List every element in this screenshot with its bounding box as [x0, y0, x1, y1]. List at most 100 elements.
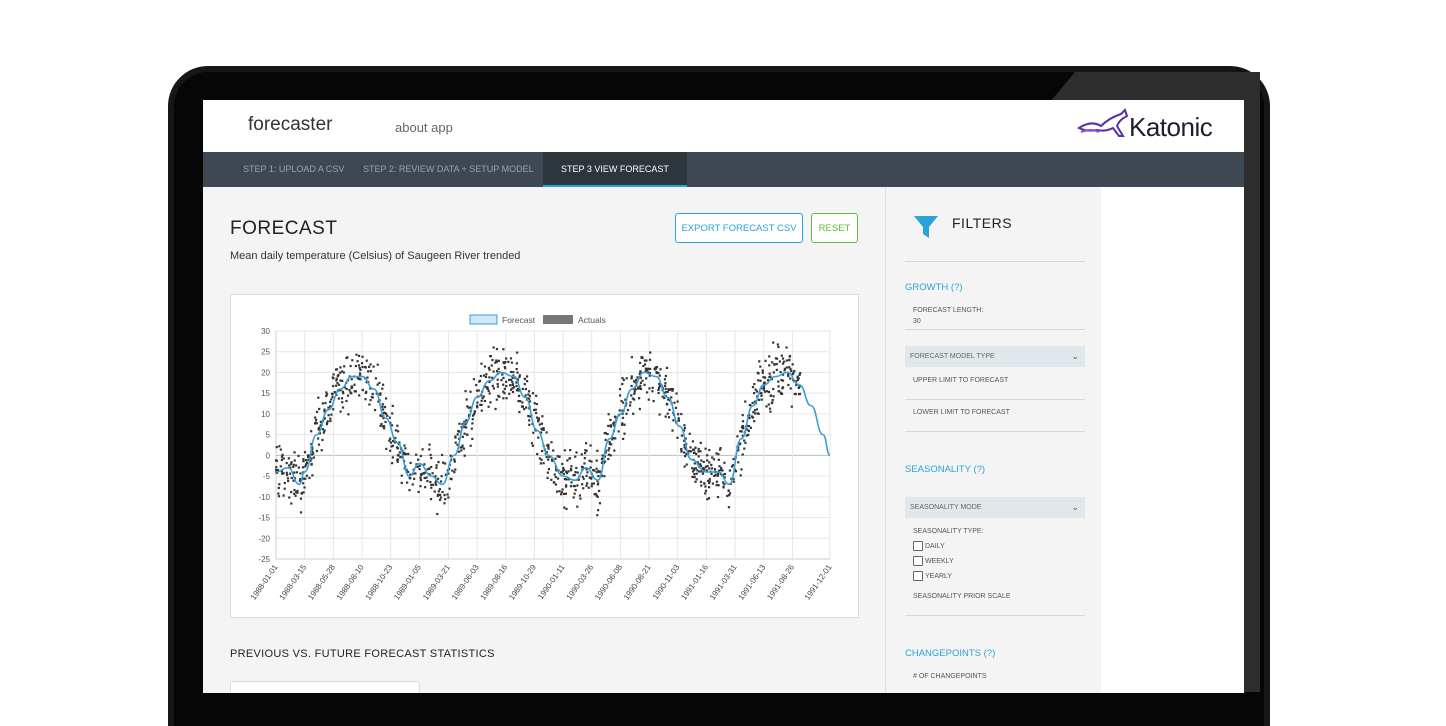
actual-point [419, 476, 422, 479]
actual-point [702, 460, 705, 463]
actual-point [447, 496, 450, 499]
actual-point [539, 462, 542, 465]
actual-point [693, 475, 696, 479]
actual-point [739, 474, 742, 477]
actual-point [688, 432, 691, 435]
actual-point [675, 392, 678, 395]
changepoints-count-label[interactable]: # OF CHANGEPOINTS [913, 673, 987, 680]
actual-point [369, 399, 372, 402]
stats-selector[interactable] [230, 681, 420, 693]
actual-point [595, 459, 598, 462]
forecast-chart: 30 25 20 15 10 5 0 -5 -10 -15 -20 -25 1988-01-01 1988… [230, 294, 859, 618]
seasonality-heading[interactable]: SEASONALITY (?) [905, 464, 985, 475]
app-brand[interactable]: forecaster [248, 114, 332, 136]
actual-point [496, 385, 500, 388]
actual-point [327, 414, 330, 417]
checkbox[interactable] [913, 541, 923, 551]
actual-point [328, 400, 332, 404]
actual-point [664, 415, 667, 418]
actual-point [658, 413, 661, 416]
actual-point [668, 408, 671, 411]
actual-point [528, 419, 531, 422]
actual-point [712, 458, 716, 461]
seasonality-prior-scale-label[interactable]: SEASONALITY PRIOR SCALE [913, 593, 1011, 600]
export-forecast-button[interactable]: EXPORT FORECAST CSV [675, 213, 803, 243]
actual-point [607, 424, 610, 428]
actual-point [748, 403, 751, 407]
actual-point [293, 451, 296, 454]
checkbox-yearly[interactable]: YEARLY [913, 571, 952, 581]
actual-point [492, 387, 495, 390]
tab-view-forecast[interactable]: STEP 3 VIEW FORECAST [543, 152, 687, 187]
checkbox[interactable] [913, 556, 923, 566]
actual-point [364, 391, 367, 395]
actual-point [751, 401, 754, 405]
actual-point [384, 420, 387, 424]
actual-point [565, 507, 568, 511]
actual-point [618, 409, 621, 412]
growth-heading[interactable]: GROWTH (?) [905, 282, 963, 293]
lower-limit-label[interactable]: LOWER LIMIT TO FORECAST [913, 409, 1010, 416]
actual-point [645, 359, 648, 362]
actual-point [715, 484, 718, 487]
changepoints-heading[interactable]: CHANGEPOINTS (?) [905, 648, 995, 659]
actual-point [293, 459, 296, 462]
actual-point [757, 412, 760, 415]
actual-point [796, 376, 799, 379]
actual-point [569, 469, 573, 472]
actual-point [312, 452, 315, 455]
actual-point [349, 364, 352, 368]
actual-point [364, 398, 367, 401]
about-app-link[interactable]: about app [395, 120, 453, 135]
actual-point [437, 490, 440, 493]
actual-point [436, 477, 440, 480]
actual-point [676, 400, 679, 403]
actual-point [717, 484, 720, 487]
actual-point [595, 471, 598, 474]
actual-point [524, 387, 528, 391]
actual-point [609, 418, 612, 422]
actual-point [321, 428, 324, 431]
actual-point [435, 483, 438, 486]
actual-point [638, 407, 641, 411]
actual-point [695, 452, 698, 456]
checkbox-daily[interactable]: DAILY [913, 541, 945, 551]
actual-point [708, 461, 711, 464]
y-tick-label: 25 [261, 348, 270, 357]
seasonality-mode-select[interactable]: SEASONALITY MODE ⌄ [905, 497, 1085, 518]
upper-limit-label[interactable]: UPPER LIMIT TO FORECAST [913, 377, 1008, 384]
actual-point [321, 438, 324, 442]
actual-point [635, 378, 638, 382]
actual-point [603, 432, 606, 435]
actual-point [649, 351, 652, 354]
actual-point [463, 454, 466, 457]
actual-point [694, 446, 697, 449]
tab-upload-csv[interactable]: STEP 1: UPLOAD A CSV [243, 152, 344, 187]
actual-point [596, 514, 599, 517]
actual-point [633, 392, 636, 395]
actual-point [732, 458, 735, 461]
actual-point [785, 366, 788, 369]
actual-point [598, 470, 601, 474]
reset-button[interactable]: RESET [811, 213, 858, 243]
actual-point [335, 384, 338, 387]
actual-point [515, 389, 519, 392]
checkbox[interactable] [913, 571, 923, 581]
actual-point [367, 370, 370, 373]
actual-point [578, 494, 582, 497]
checkbox-weekly[interactable]: WEEKLY [913, 556, 954, 566]
actual-point [523, 407, 526, 411]
actual-point [670, 396, 673, 399]
actual-point [434, 481, 437, 484]
forecast-model-type-select[interactable]: FORECAST MODEL TYPE ⌄ [905, 346, 1085, 367]
actual-point [603, 475, 606, 478]
actual-point [281, 453, 284, 457]
actual-point [420, 472, 423, 476]
actual-point [417, 458, 420, 461]
forecast-length-input[interactable]: 30 [913, 318, 921, 325]
actual-point [419, 454, 422, 458]
tab-review-data[interactable]: STEP 2: REVIEW DATA + SETUP MODEL [363, 152, 534, 187]
actual-point [489, 355, 492, 358]
actual-point [790, 405, 793, 408]
actual-point [569, 485, 573, 488]
